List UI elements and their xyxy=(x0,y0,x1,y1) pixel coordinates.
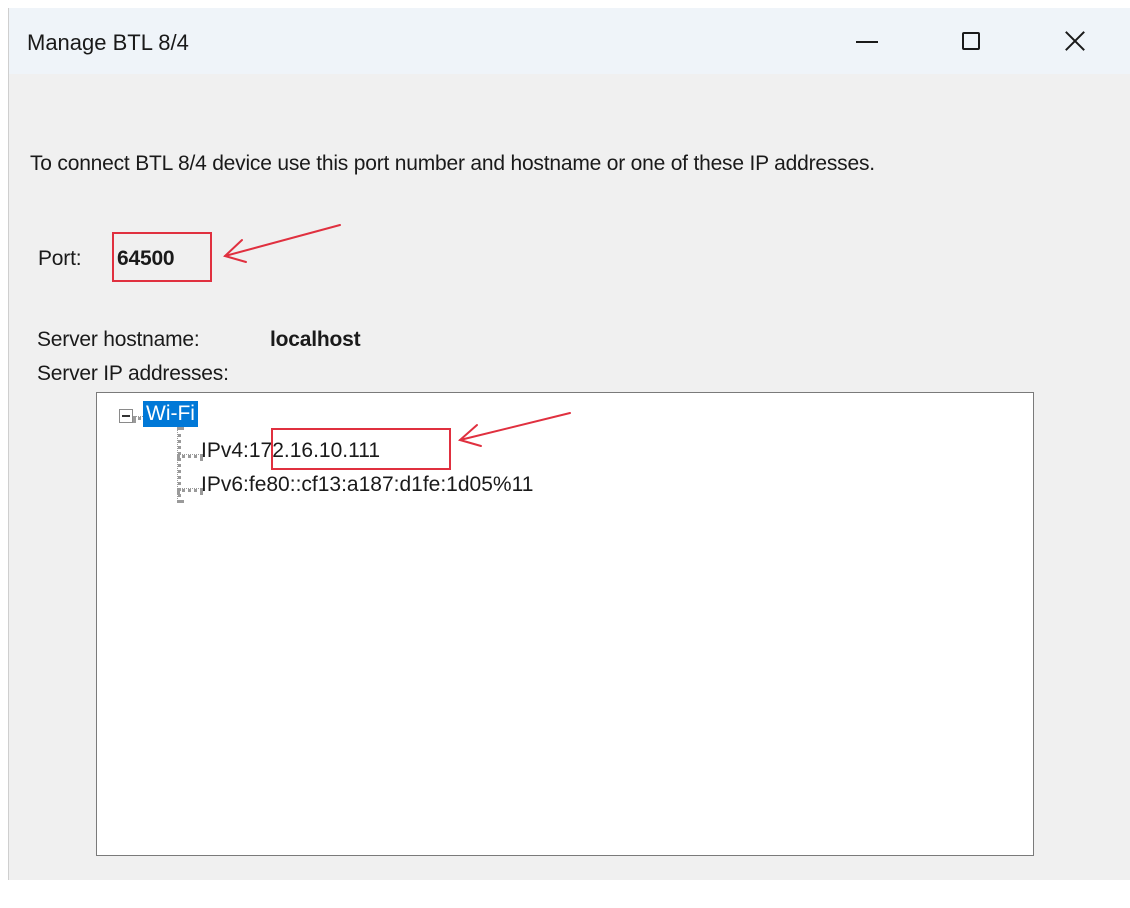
annotation-arrows xyxy=(223,224,571,447)
